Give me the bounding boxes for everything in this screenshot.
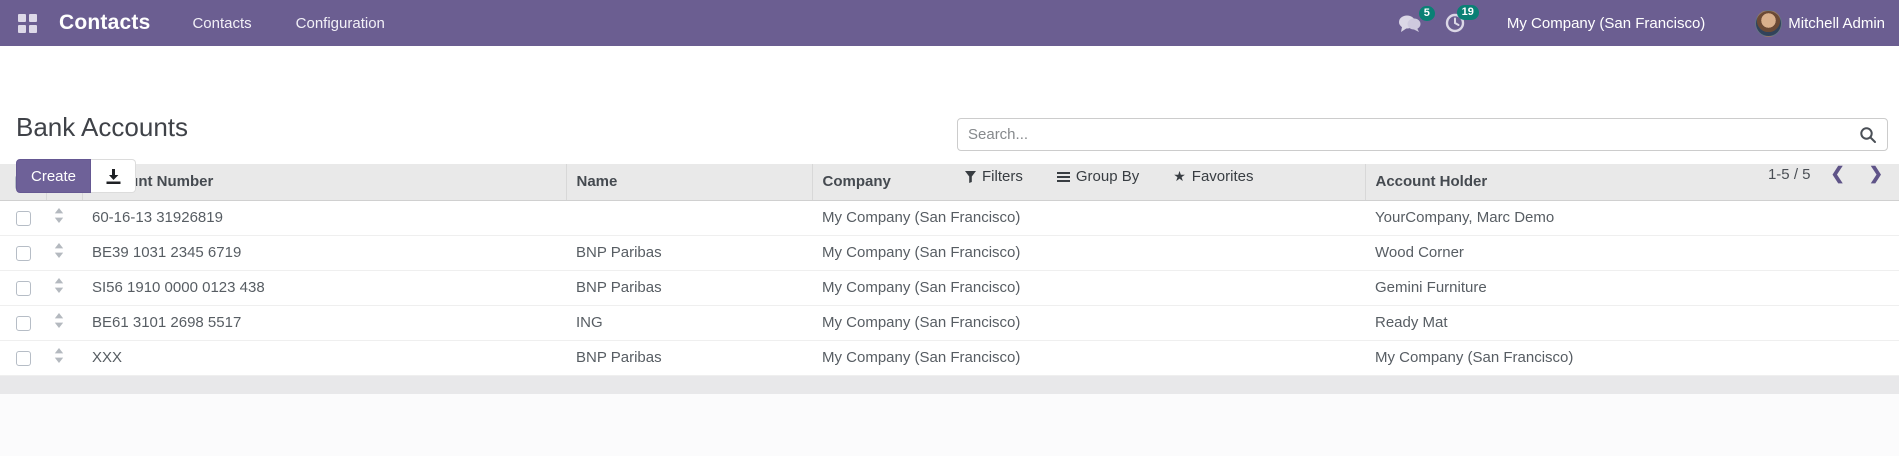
chat-bubbles-icon — [1398, 15, 1421, 32]
cell-name[interactable]: BNP Paribas — [566, 235, 812, 271]
cell-account-holder[interactable]: YourCompany, Marc Demo — [1365, 200, 1899, 236]
messages-badge: 5 — [1418, 5, 1435, 21]
pager-previous-button[interactable]: ❮ — [1827, 162, 1849, 186]
systray: 5 19 My Company (San Francisco) Mitchell… — [1398, 5, 1885, 37]
favorites-label: Favorites — [1191, 168, 1254, 185]
sort-arrows-icon — [54, 313, 64, 328]
cell-account-number[interactable]: XXX — [82, 340, 566, 376]
export-button[interactable] — [91, 159, 137, 193]
bars-icon — [1056, 171, 1070, 182]
search-input[interactable] — [958, 126, 1859, 143]
row-select-cell — [0, 270, 46, 306]
cell-account-holder[interactable]: Ready Mat — [1365, 305, 1899, 341]
cell-name[interactable]: BNP Paribas — [566, 270, 812, 306]
app-brand[interactable]: Contacts — [59, 11, 150, 35]
row-drag-handle[interactable] — [46, 235, 82, 271]
table-footer-band — [0, 375, 1899, 394]
table-row[interactable]: SI56 1910 0000 0123 438 BNP Paribas My Com… — [0, 270, 1899, 306]
column-header-account-number[interactable]: Account Number — [81, 164, 566, 201]
pager-next-button[interactable]: ❯ — [1865, 162, 1887, 186]
top-navbar: Contacts Contacts Configuration 5 19 My … — [0, 0, 1899, 46]
row-select-cell — [0, 200, 46, 236]
user-menu[interactable]: Mitchell Admin — [1755, 9, 1885, 37]
cell-account-holder[interactable]: Wood Corner — [1365, 235, 1899, 271]
cell-company[interactable]: My Company (San Francisco) — [812, 340, 1365, 376]
cell-name[interactable] — [566, 200, 812, 236]
control-panel: Bank Accounts Create Filters Gro — [0, 46, 1899, 193]
cell-company[interactable]: My Company (San Francisco) — [812, 200, 1365, 236]
bank-accounts-table: Account Number Name Company Account Hold… — [0, 164, 1899, 376]
table-header-row: Account Number Name Company Account Hold… — [0, 164, 1899, 201]
cell-company[interactable]: My Company (San Francisco) — [812, 270, 1365, 306]
row-drag-handle[interactable] — [46, 200, 82, 236]
action-buttons: Create — [16, 159, 137, 193]
row-drag-handle[interactable] — [46, 305, 82, 341]
table-row[interactable]: BE39 1031 2345 6719 BNP Paribas My Company… — [0, 235, 1899, 271]
row-drag-handle[interactable] — [46, 270, 82, 306]
pager: 1-5 / 5 ❮ ❯ — [1768, 162, 1887, 186]
user-name: Mitchell Admin — [1788, 14, 1885, 32]
cell-account-number[interactable]: BE39 1031 2345 6719 — [82, 235, 566, 271]
nav-menu-configuration[interactable]: Configuration — [296, 15, 385, 32]
cell-account-number[interactable]: BE61 3101 2698 5517 — [82, 305, 566, 341]
cell-company[interactable]: My Company (San Francisco) — [812, 235, 1365, 271]
page-title: Bank Accounts — [16, 112, 188, 142]
download-icon — [106, 168, 121, 184]
row-checkbox[interactable] — [15, 350, 31, 366]
table-row[interactable]: BE61 3101 2698 5517 ING My Company (San Fr… — [0, 305, 1899, 341]
cell-name[interactable]: ING — [566, 305, 812, 341]
activities-badge: 19 — [1456, 5, 1479, 20]
sort-arrows-icon — [54, 348, 64, 363]
magnifier-icon[interactable] — [1859, 126, 1877, 144]
apps-menu-icon[interactable] — [18, 13, 37, 33]
table-row[interactable]: 60-16-13 31926819 My Company (San Francis… — [0, 200, 1899, 236]
user-avatar — [1755, 9, 1783, 37]
nav-menu-contacts[interactable]: Contacts — [192, 15, 251, 32]
messages-button[interactable]: 5 — [1398, 5, 1435, 33]
sort-arrows-icon — [54, 208, 64, 223]
row-select-cell — [0, 340, 46, 376]
pager-range: 1-5 / 5 — [1767, 165, 1811, 183]
table-row[interactable]: XXX BNP Paribas My Company (San Francisco)… — [0, 340, 1899, 376]
create-button[interactable]: Create — [16, 159, 92, 193]
cell-account-number[interactable]: SI56 1910 0000 0123 438 — [82, 270, 566, 306]
filter-bar: Filters Group By ★ Favorites — [963, 164, 1255, 189]
row-checkbox[interactable] — [15, 245, 31, 261]
content-background — [0, 393, 1899, 456]
group-by-label: Group By — [1075, 168, 1140, 185]
cell-name[interactable]: BNP Paribas — [566, 340, 812, 376]
group-by-button[interactable]: Group By — [1055, 164, 1141, 189]
column-header-name[interactable]: Name — [565, 164, 812, 201]
search-bar — [957, 118, 1888, 151]
row-select-cell — [0, 305, 46, 341]
row-checkbox[interactable] — [15, 210, 31, 226]
filters-button[interactable]: Filters — [963, 164, 1025, 189]
row-drag-handle[interactable] — [46, 340, 82, 376]
favorites-button[interactable]: ★ Favorites — [1171, 164, 1255, 189]
bank-accounts-table-body: 60-16-13 31926819 My Company (San Francis… — [0, 200, 1899, 376]
filters-label: Filters — [982, 168, 1023, 185]
company-switcher[interactable]: My Company (San Francisco) — [1507, 15, 1705, 32]
activities-button[interactable]: 19 — [1445, 5, 1479, 33]
funnel-icon — [965, 170, 976, 183]
row-checkbox[interactable] — [15, 315, 31, 331]
sort-arrows-icon — [54, 278, 64, 293]
cell-company[interactable]: My Company (San Francisco) — [812, 305, 1365, 341]
cell-account-number[interactable]: 60-16-13 31926819 — [82, 200, 566, 236]
cell-account-holder[interactable]: Gemini Furniture — [1365, 270, 1899, 306]
row-checkbox[interactable] — [15, 280, 31, 296]
row-select-cell — [0, 235, 46, 271]
sort-arrows-icon — [54, 243, 64, 258]
star-icon: ★ — [1173, 168, 1186, 184]
cell-account-holder[interactable]: My Company (San Francisco) — [1365, 340, 1899, 376]
